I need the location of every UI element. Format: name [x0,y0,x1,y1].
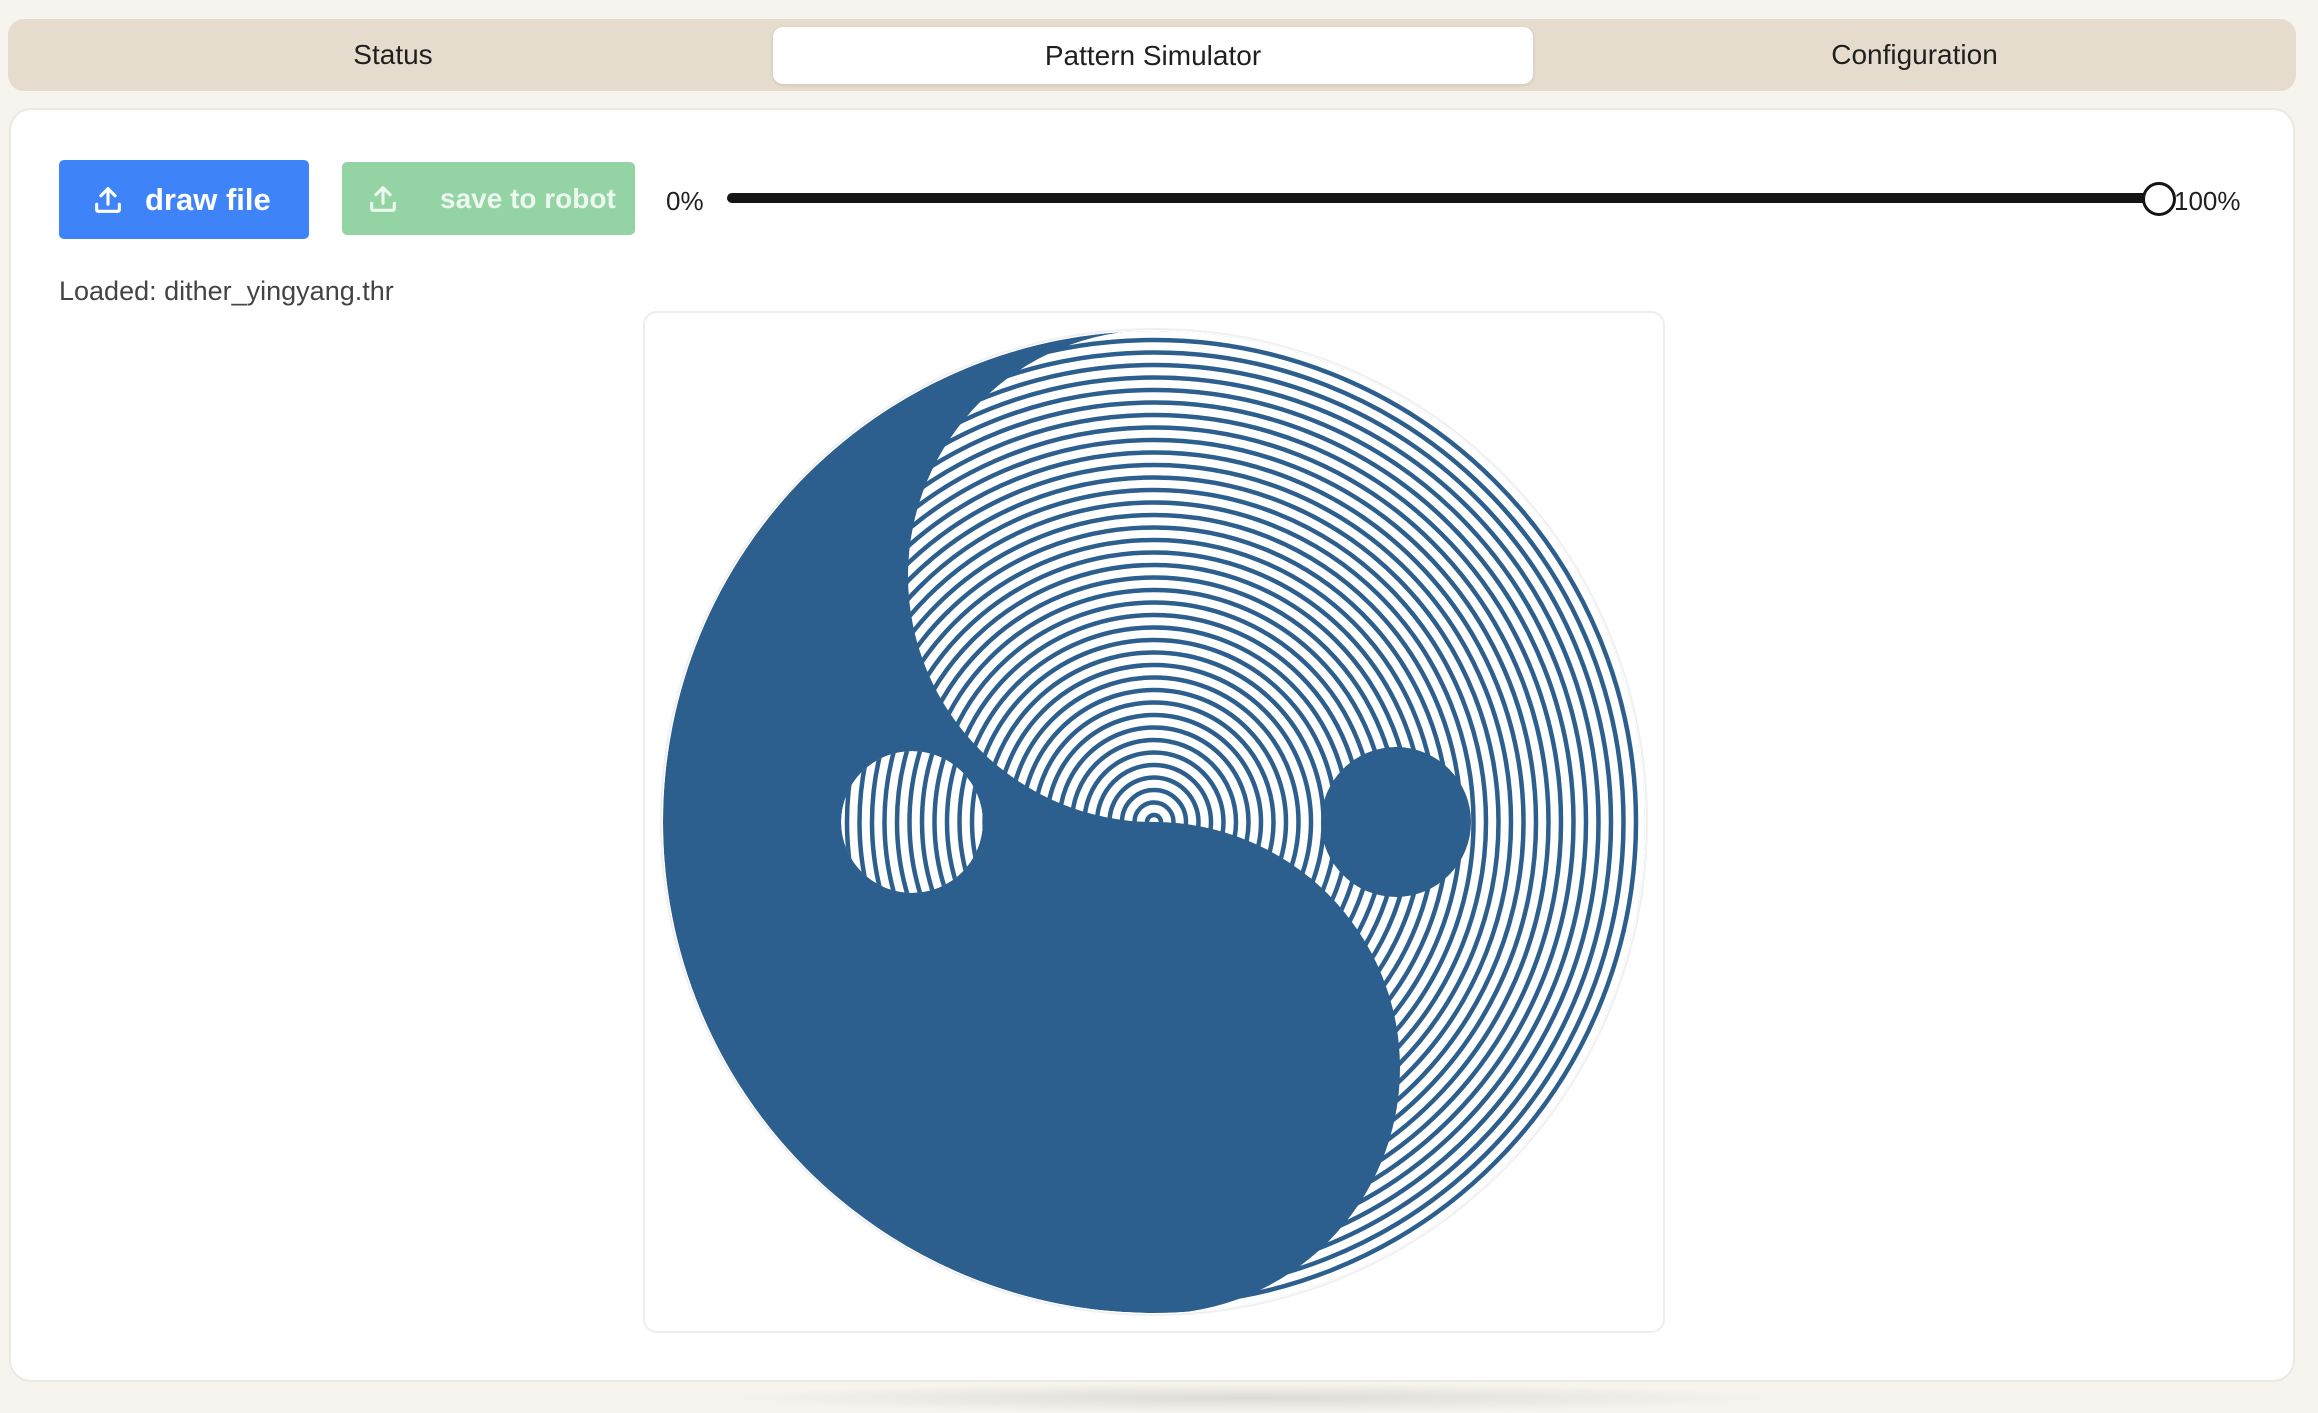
loaded-file-text: Loaded: dither_yingyang.thr [59,276,394,306]
save-to-robot-label: save to robot [440,182,616,214]
draw-file-button[interactable]: draw file [59,160,309,239]
pattern-preview [643,311,1665,1333]
progress-slider-fill [727,193,2157,203]
pattern-canvas [660,328,1648,1316]
upload-icon [366,182,400,216]
tab-pattern-simulator[interactable]: Pattern Simulator [773,27,1533,84]
progress-max-label: 100% [2174,186,2241,216]
tab-bar: Status Pattern Simulator Configuration [8,19,2296,91]
simulator-panel: draw file save to robot 0% 100% Loaded: … [9,108,2295,1382]
panel-shadow [700,1383,1800,1413]
progress-min-label: 0% [666,186,704,216]
save-to-robot-button[interactable]: save to robot [342,162,635,235]
tab-configuration[interactable]: Configuration [1533,19,2296,91]
progress-slider-thumb[interactable] [2142,182,2176,216]
progress-slider[interactable] [727,193,2157,203]
tab-status[interactable]: Status [8,19,778,91]
draw-file-label: draw file [145,181,271,217]
upload-icon [91,183,125,217]
